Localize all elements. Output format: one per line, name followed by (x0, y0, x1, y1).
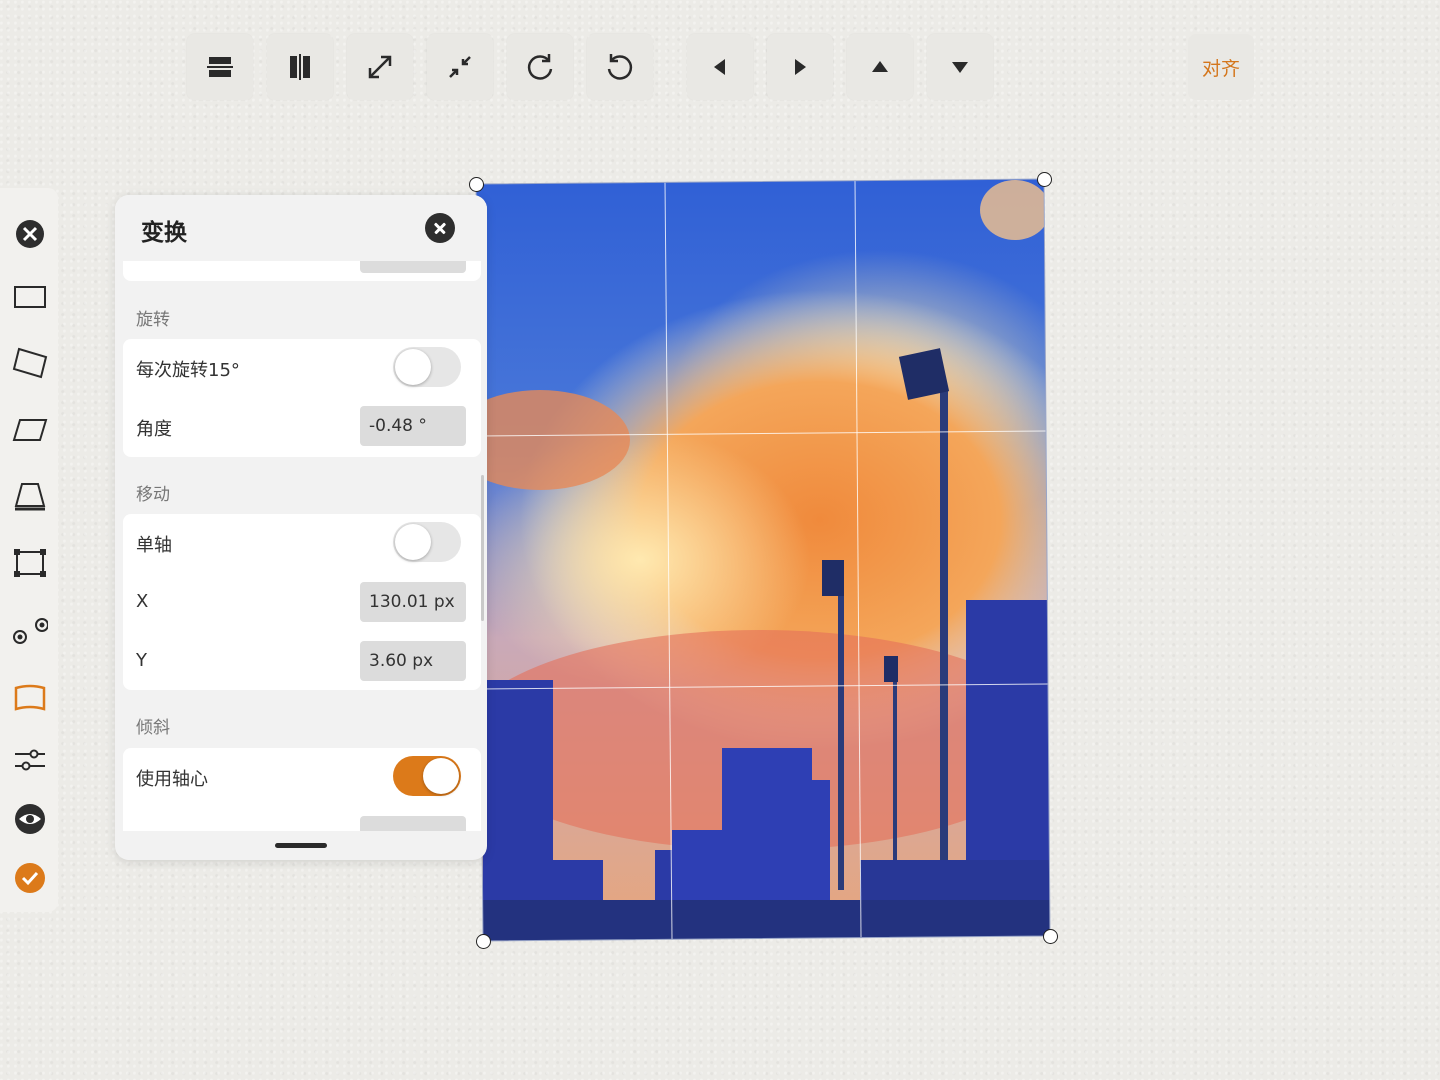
warp-icon (14, 684, 46, 711)
transform-handle-bottom-left[interactable] (476, 934, 491, 949)
expand-button[interactable] (347, 34, 413, 100)
transform-panel: 旋转 每次旋转15° 角度 -0.48 ° 移动 单轴 X 130.01 px … (115, 195, 487, 860)
mode-pivot[interactable] (10, 610, 50, 650)
align-button[interactable]: 对齐 (1188, 34, 1254, 100)
partial-hidden-field[interactable] (360, 261, 466, 273)
preview-button[interactable] (10, 799, 50, 839)
mode-skew[interactable] (10, 410, 50, 450)
x-input[interactable]: 130.01 px (360, 582, 466, 622)
rotate-group: 每次旋转15° 角度 -0.48 ° (123, 339, 481, 457)
scale-group-partial (123, 261, 481, 281)
y-label: Y (136, 650, 147, 671)
mode-warp[interactable] (10, 677, 50, 717)
nudge-right-button[interactable] (767, 34, 833, 100)
rotate-snap-toggle[interactable] (393, 347, 461, 387)
toggle-knob (395, 349, 431, 385)
flip-vertical-icon (207, 57, 233, 77)
y-input[interactable]: 3.60 px (360, 641, 466, 681)
move-group: 单轴 X 130.01 px Y 3.60 px (123, 514, 481, 690)
x-label: X (136, 591, 149, 612)
toggle-knob (423, 758, 459, 794)
arrow-right-icon (795, 59, 806, 75)
confirm-transform-button[interactable] (10, 858, 50, 898)
transform-mode-rail (0, 188, 58, 912)
skew-group: 使用轴心 (123, 748, 481, 831)
close-panel-button[interactable] (425, 213, 455, 243)
angle-label: 角度 (136, 419, 172, 440)
rotate-snap-label: 每次旋转15° (136, 360, 240, 381)
shrink-button[interactable] (427, 34, 493, 100)
confirm-icon (15, 863, 45, 893)
mode-rotate[interactable] (10, 343, 50, 383)
rotate-clockwise-button[interactable] (507, 34, 573, 100)
panel-scrollbar[interactable] (481, 475, 484, 621)
panel-scroll-area[interactable]: 旋转 每次旋转15° 角度 -0.48 ° 移动 单轴 X 130.01 px … (115, 261, 487, 831)
eye-icon (15, 804, 45, 834)
mode-free[interactable] (10, 543, 50, 583)
arrow-left-icon (714, 59, 725, 75)
expand-icon (368, 55, 392, 79)
use-pivot-label: 使用轴心 (136, 769, 208, 790)
rectangle-icon (14, 286, 46, 308)
arrow-down-icon (952, 62, 968, 73)
panel-title: 变换 (141, 220, 187, 246)
parallelogram-icon (12, 419, 48, 441)
flip-vertical-button[interactable] (187, 34, 253, 100)
transform-handle-top-right[interactable] (1037, 172, 1052, 187)
arrow-up-icon (872, 61, 888, 72)
nudge-up-button[interactable] (847, 34, 913, 100)
single-axis-label: 单轴 (136, 535, 172, 556)
panel-grabber-handle[interactable] (275, 843, 327, 848)
skew-section-label: 倾斜 (136, 718, 170, 738)
mode-rectangle[interactable] (10, 277, 50, 317)
rotate-clockwise-icon (527, 54, 553, 80)
rotate-counterclockwise-icon (607, 54, 633, 80)
free-transform-icon (14, 549, 46, 577)
rotate-counterclockwise-button[interactable] (587, 34, 653, 100)
rotated-rect-icon (12, 347, 48, 379)
sliders-icon (15, 749, 45, 771)
mode-perspective[interactable] (10, 476, 50, 516)
single-axis-toggle[interactable] (393, 522, 461, 562)
toggle-knob (395, 524, 431, 560)
shrink-icon (449, 56, 471, 78)
nudge-left-button[interactable] (687, 34, 753, 100)
flip-horizontal-icon (290, 54, 310, 80)
adjustments-button[interactable] (10, 740, 50, 780)
trapezoid-icon (14, 483, 46, 511)
transform-handle-bottom-right[interactable] (1043, 929, 1058, 944)
pivot-points-icon (13, 618, 48, 644)
skew-angle-input-partial[interactable] (360, 816, 466, 831)
transform-handle-top-left[interactable] (469, 177, 484, 192)
cancel-transform-button[interactable] (10, 214, 50, 254)
close-circle-icon (16, 220, 44, 248)
panel-header: 变换 (115, 195, 487, 261)
use-pivot-toggle[interactable] (393, 756, 461, 796)
angle-input[interactable]: -0.48 ° (360, 406, 466, 446)
nudge-down-button[interactable] (927, 34, 993, 100)
flip-horizontal-button[interactable] (267, 34, 333, 100)
move-section-label: 移动 (136, 485, 170, 505)
rotate-section-label: 旋转 (136, 310, 170, 330)
